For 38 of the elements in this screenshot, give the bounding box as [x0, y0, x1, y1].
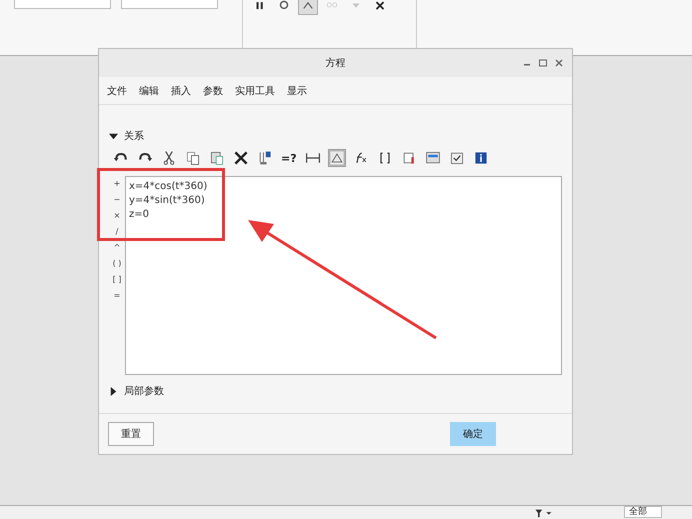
- window-title: 方程: [326, 56, 346, 70]
- operator-button[interactable]: /: [116, 226, 118, 238]
- operator-button[interactable]: [ ]: [112, 274, 122, 286]
- maximize-icon[interactable]: [538, 58, 548, 68]
- code-line: x=4*cos(t*360): [129, 180, 208, 194]
- input-field[interactable]: [14, 0, 111, 9]
- section-toggle[interactable]: 局部参数: [109, 384, 164, 398]
- display-icon[interactable]: [328, 150, 345, 166]
- menu-item[interactable]: 实用工具: [235, 84, 275, 98]
- menu-item[interactable]: 显示: [287, 84, 307, 98]
- collapse-icon: [109, 132, 118, 140]
- operator-button[interactable]: +: [114, 178, 120, 190]
- expand-icon: [109, 386, 118, 396]
- operator-button[interactable]: =: [114, 290, 120, 302]
- paste-icon[interactable]: [209, 150, 225, 166]
- menu-item[interactable]: 插入: [171, 84, 191, 98]
- relations-editor[interactable]: x=4*cos(t*360) y=4*sin(t*360) z=0: [125, 176, 562, 375]
- measure-icon[interactable]: [304, 150, 321, 166]
- menu-item[interactable]: 文件: [107, 84, 127, 98]
- menu-item[interactable]: 参数: [203, 84, 223, 98]
- menu-item[interactable]: 编辑: [139, 84, 159, 98]
- copy-icon[interactable]: [185, 150, 201, 166]
- code-line: z=0: [129, 208, 150, 222]
- operator-button[interactable]: ^: [114, 242, 120, 254]
- code-line: y=4*sin(t*360): [129, 194, 206, 208]
- operator-button[interactable]: ( ): [112, 258, 122, 270]
- filter-dropdown[interactable]: 全部: [624, 506, 662, 518]
- reset-button[interactable]: 重置: [108, 422, 154, 446]
- operator-button[interactable]: −: [114, 194, 120, 206]
- cut-icon[interactable]: [161, 150, 177, 166]
- ok-button[interactable]: 确定: [450, 422, 496, 446]
- input-field[interactable]: [121, 0, 218, 9]
- section-toggle[interactable]: 关系: [109, 129, 144, 143]
- info-icon[interactable]: [472, 150, 489, 166]
- verify-icon[interactable]: [448, 150, 465, 166]
- operator-button[interactable]: ×: [114, 210, 120, 222]
- delete-icon[interactable]: [233, 150, 249, 166]
- evaluate-button[interactable]: =?: [281, 150, 297, 166]
